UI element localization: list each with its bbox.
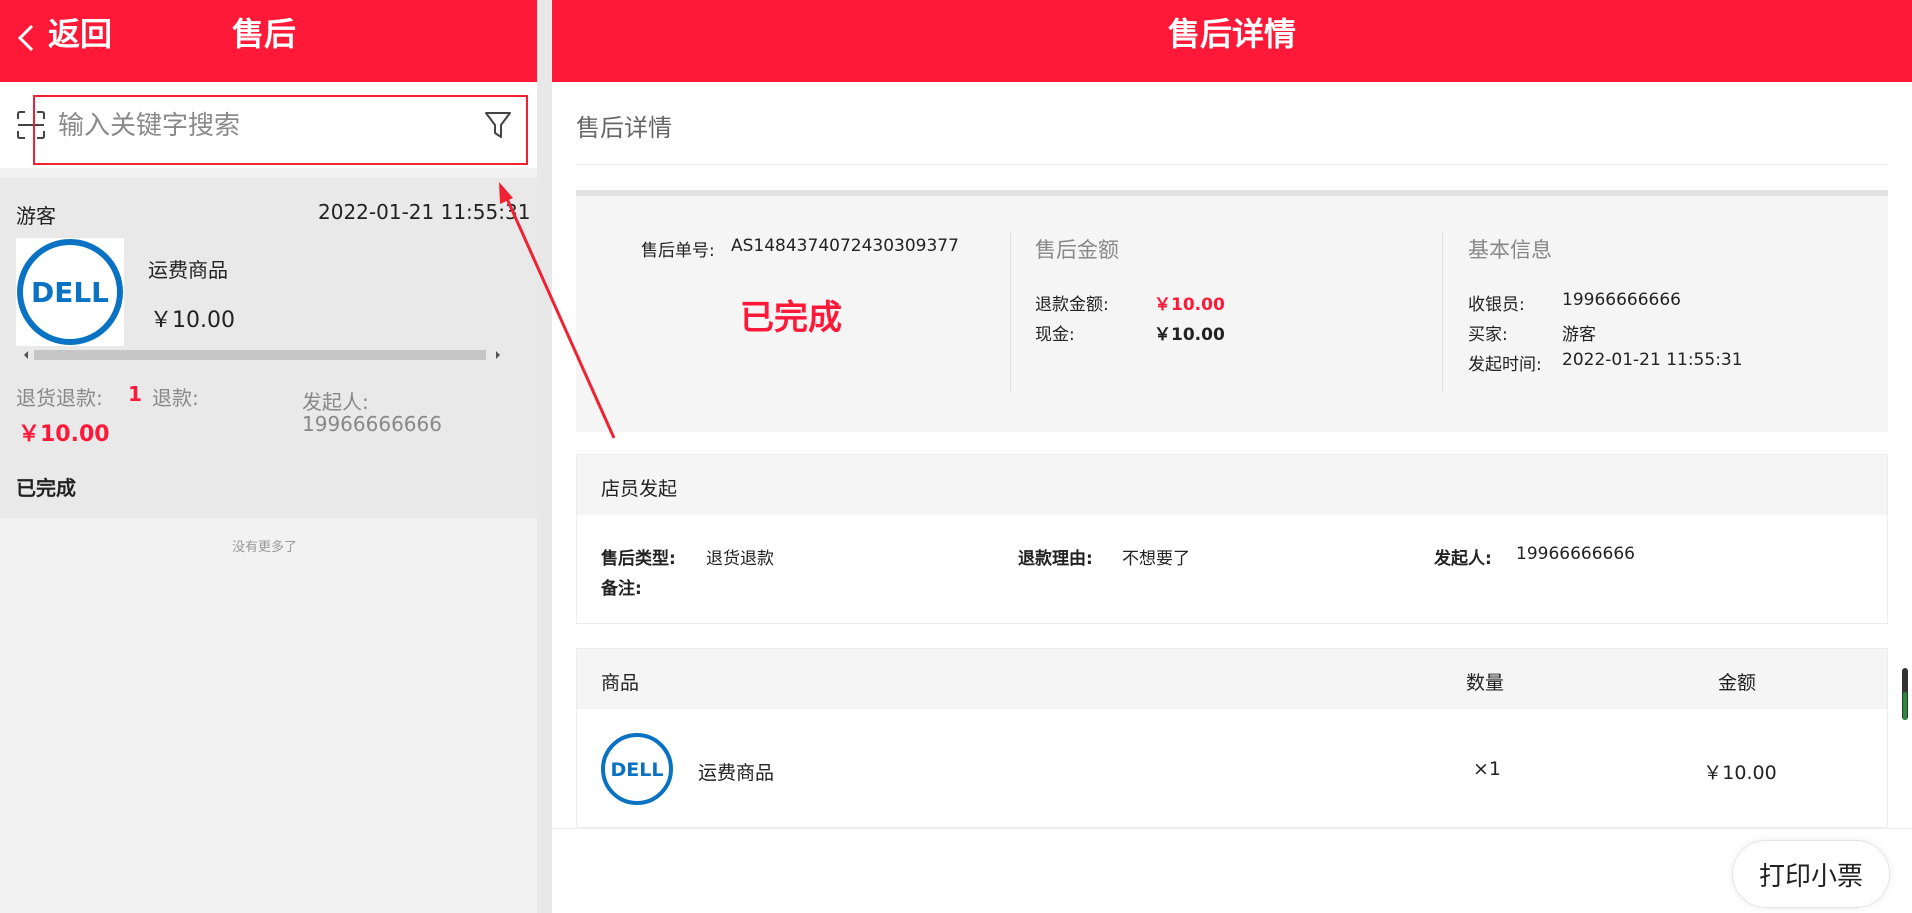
- column-product: 商品: [601, 672, 640, 694]
- time-value: 2022-01-21 11:55:31: [1562, 350, 1743, 370]
- basic-info-title: 基本信息: [1468, 238, 1552, 262]
- refund-value: ￥10.00: [18, 422, 110, 447]
- note-label: 备注:: [601, 579, 642, 599]
- scrollbar-thumb[interactable]: [1903, 692, 1907, 720]
- reason-value: 不想要了: [1122, 549, 1190, 569]
- status-badge: 已完成: [16, 476, 76, 500]
- column-amount: 金额: [1718, 672, 1757, 694]
- goods-table-header: [577, 649, 1887, 709]
- order-time: 2022-01-21 11:55:31: [318, 200, 531, 224]
- amount-title: 售后金额: [1035, 238, 1119, 262]
- back-button[interactable]: 返回: [48, 14, 112, 54]
- return-count: 1: [128, 382, 142, 406]
- cashier-value: 19966666666: [1562, 290, 1681, 310]
- divider: [1010, 232, 1011, 392]
- column-qty: 数量: [1466, 672, 1505, 694]
- initiator-label: 发起人:: [302, 390, 369, 414]
- horizontal-scrollbar[interactable]: [22, 348, 502, 362]
- panel-divider: [537, 0, 552, 913]
- order-number-label: 售后单号:: [641, 241, 715, 261]
- type-value: 退货退款: [706, 549, 774, 569]
- buyer-label: 买家:: [1468, 325, 1508, 345]
- reason-label: 退款理由:: [1018, 549, 1093, 569]
- left-header: 返回 售后: [0, 0, 537, 82]
- divider: [576, 164, 1888, 165]
- right-header: 售后详情: [552, 0, 1912, 82]
- print-receipt-button[interactable]: 打印小票: [1732, 840, 1890, 908]
- scroll-right-icon[interactable]: [494, 350, 502, 360]
- refund-amount-value: ￥10.00: [1154, 295, 1225, 315]
- svg-text:DELL: DELL: [31, 276, 109, 309]
- buyer-value: 游客: [1562, 325, 1596, 345]
- staff-initiator-value: 19966666666: [1516, 544, 1635, 564]
- staff-section-title: 店员发起: [601, 478, 678, 500]
- annotation-highlight-box: [33, 95, 528, 165]
- detail-title: 售后详情: [1167, 15, 1296, 53]
- section-title: 售后详情: [576, 114, 672, 142]
- list-end-text: 没有更多了: [231, 540, 297, 555]
- time-label: 发起时间:: [1468, 355, 1542, 375]
- type-label: 售后类型:: [601, 549, 676, 569]
- product-price: ￥10.00: [150, 308, 235, 333]
- cashier-label: 收银员:: [1468, 295, 1525, 315]
- scroll-left-icon[interactable]: [22, 350, 30, 360]
- order-status: 已完成: [740, 298, 842, 338]
- cash-label: 现金:: [1035, 325, 1075, 345]
- customer-name: 游客: [16, 204, 56, 228]
- staff-section-header: [577, 455, 1887, 515]
- product-name: 运费商品: [148, 258, 228, 282]
- staff-initiator-label: 发起人:: [1434, 549, 1492, 569]
- scrollbar-thumb[interactable]: [34, 350, 486, 360]
- return-type-label: 退货退款:: [16, 386, 103, 410]
- order-number: AS1484374072430309377: [731, 236, 959, 256]
- dell-logo-icon: DELL: [16, 238, 124, 346]
- table-row-amount: ￥10.00: [1703, 762, 1777, 784]
- refund-label: 退款:: [152, 386, 199, 410]
- svg-text:DELL: DELL: [611, 759, 664, 781]
- chevron-left-icon[interactable]: [14, 22, 38, 54]
- table-row-qty: ×1: [1472, 758, 1501, 780]
- cash-value: ￥10.00: [1154, 325, 1225, 345]
- dell-logo-icon: DELL: [601, 733, 673, 805]
- divider: [1442, 232, 1443, 392]
- divider: [552, 828, 1912, 829]
- refund-amount-label: 退款金额:: [1035, 295, 1109, 315]
- page-title: 售后: [232, 15, 297, 53]
- table-row-product-name: 运费商品: [698, 762, 775, 784]
- initiator-value: 19966666666: [302, 412, 442, 436]
